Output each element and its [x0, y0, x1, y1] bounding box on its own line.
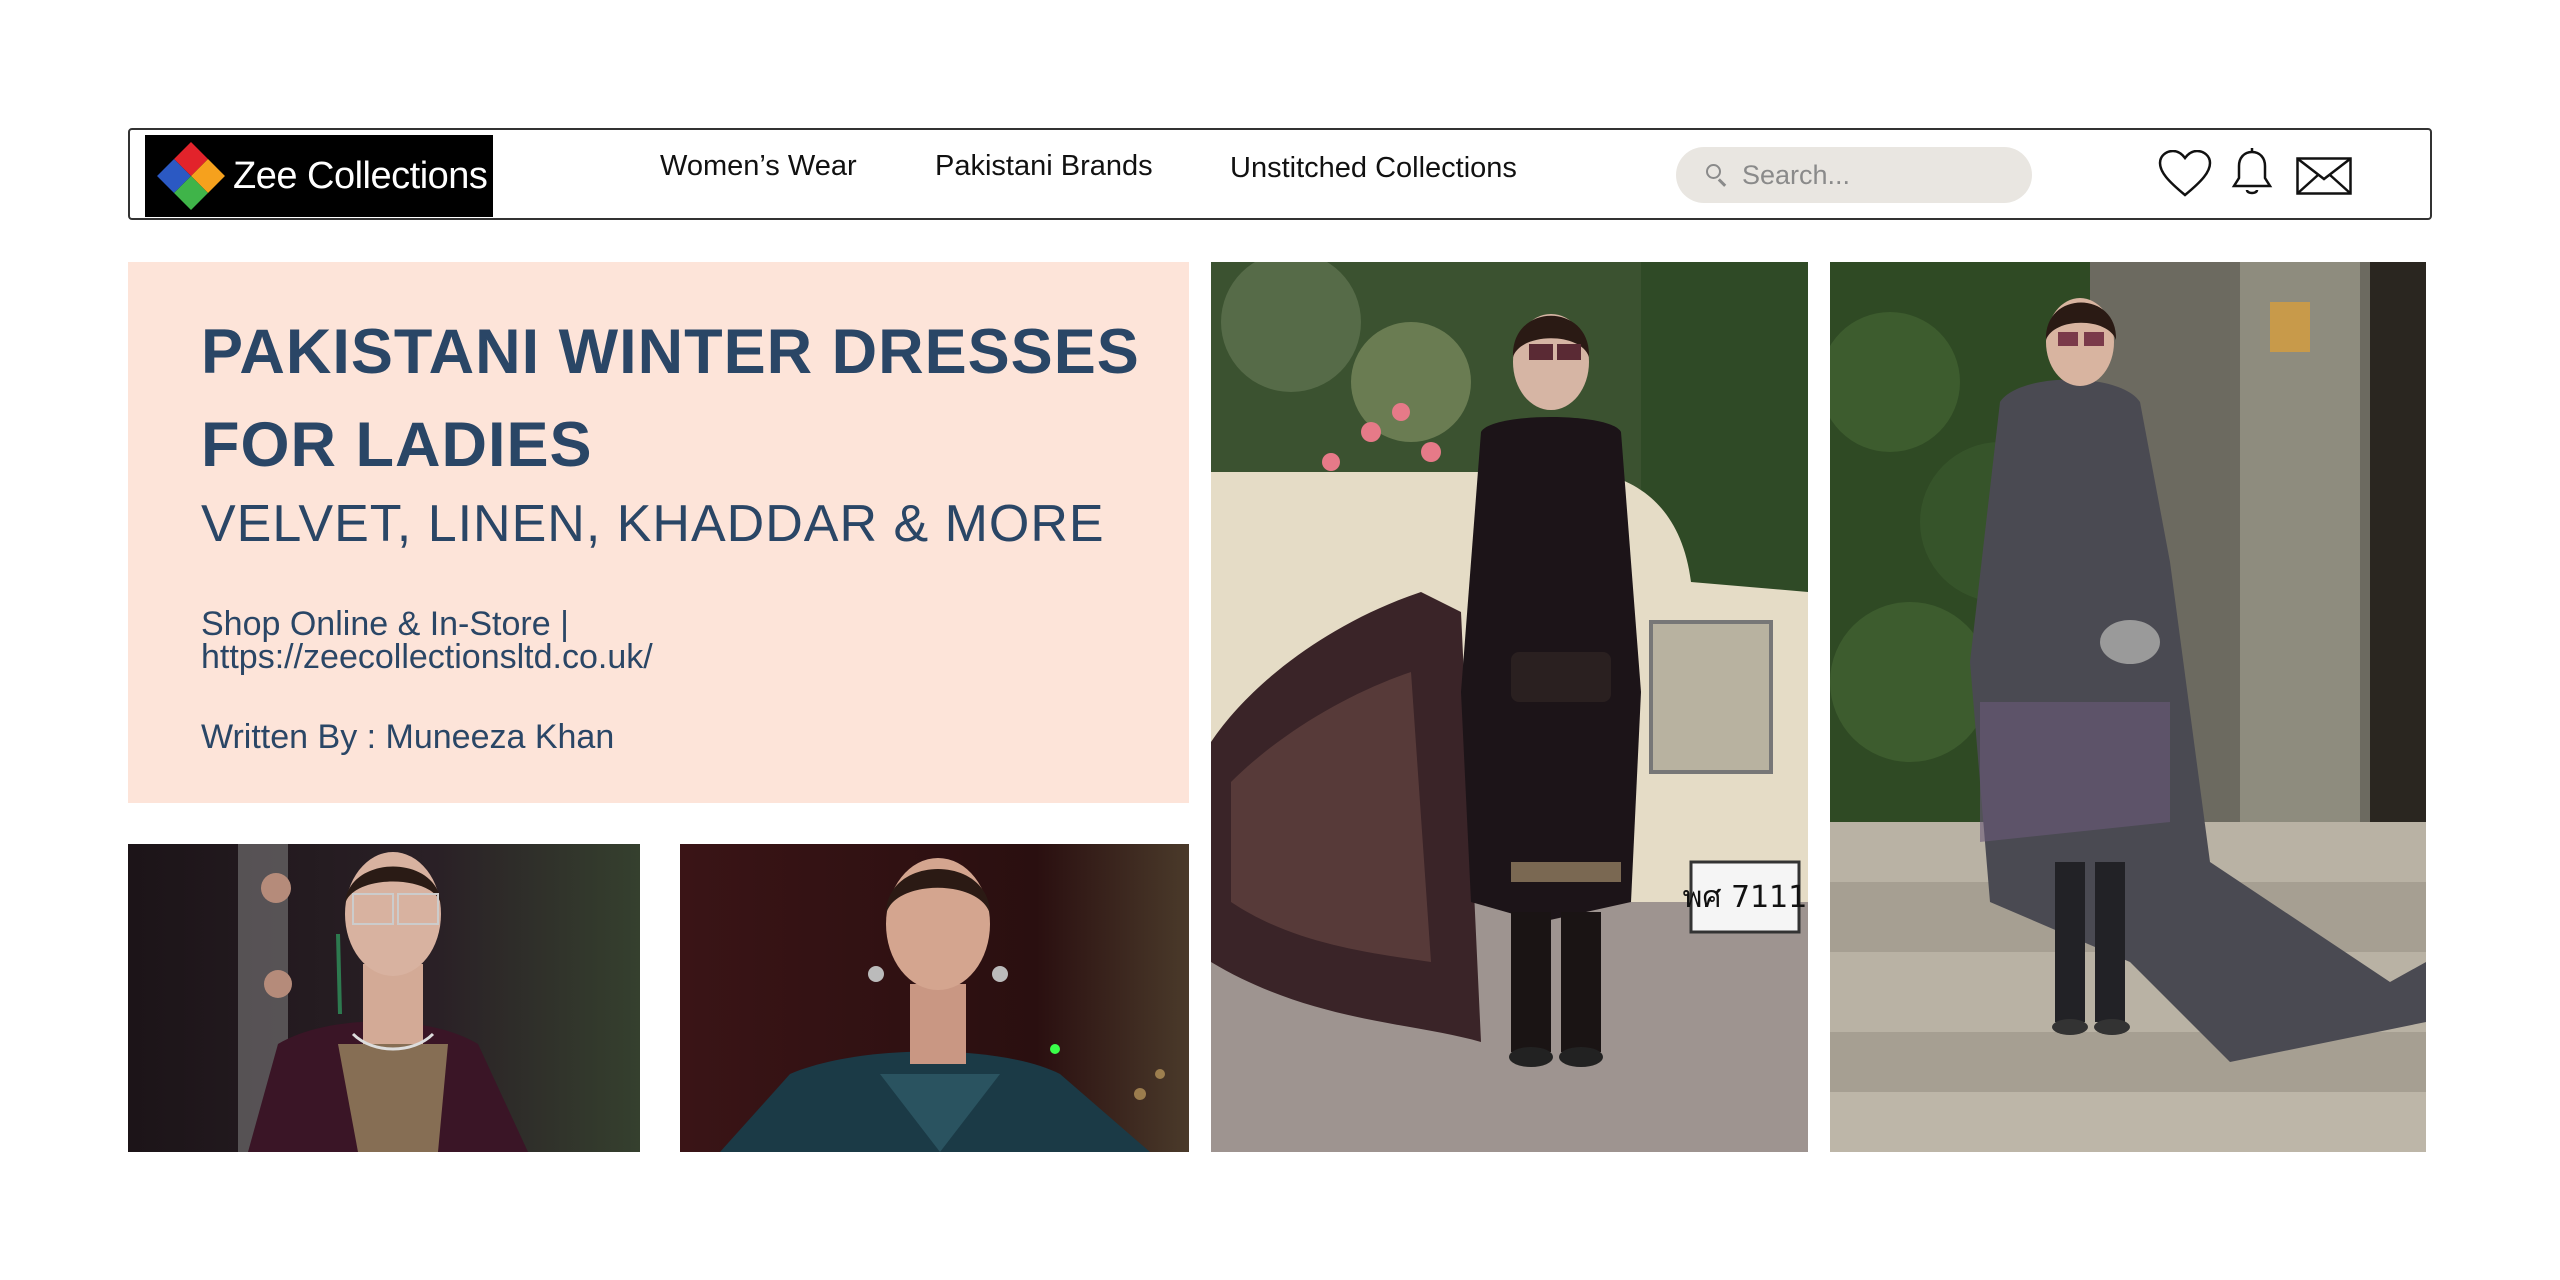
- model-photo-grey-lawn-steps[interactable]: [1830, 262, 2426, 1152]
- brand-name: Zee Collections: [233, 154, 488, 197]
- bell-icon[interactable]: [2230, 148, 2274, 203]
- hero-banner: PAKISTANI WINTER DRESSES FOR LADIES VELV…: [128, 262, 1189, 803]
- brand-logo[interactable]: Zee Collections: [145, 135, 493, 217]
- model-photo-black-velvet-car[interactable]: พศ 7111: [1211, 262, 1808, 1152]
- mail-icon[interactable]: [2296, 157, 2352, 200]
- nav-link-unstitched-collections[interactable]: Unstitched Collections: [1230, 152, 1517, 185]
- model-photo-burgundy-velvet[interactable]: [128, 844, 640, 1152]
- search-input[interactable]: [1740, 158, 2024, 192]
- top-navbar: Zee Collections Women’s Wear Pakistani B…: [128, 128, 2432, 220]
- heart-icon[interactable]: [2158, 149, 2212, 203]
- hero-subtitle: VELVET, LINEN, KHADDAR & MORE: [201, 495, 1105, 553]
- nav-link-pakistani-brands[interactable]: Pakistani Brands: [935, 150, 1153, 183]
- nav-link-womens-wear[interactable]: Women’s Wear: [660, 150, 857, 183]
- search-icon: [1706, 164, 1728, 186]
- search-box[interactable]: [1676, 147, 2032, 203]
- hero-title: PAKISTANI WINTER DRESSES FOR LADIES: [201, 317, 1140, 480]
- model-photo-teal-velvet[interactable]: [680, 844, 1189, 1152]
- hero-shop-line: Shop Online & In-Store | https://zeecoll…: [201, 605, 653, 676]
- logo-mark-icon: [157, 142, 225, 210]
- car-plate: พศ 7111: [1683, 880, 1808, 915]
- hero-author: Written By : Muneeza Khan: [201, 718, 615, 756]
